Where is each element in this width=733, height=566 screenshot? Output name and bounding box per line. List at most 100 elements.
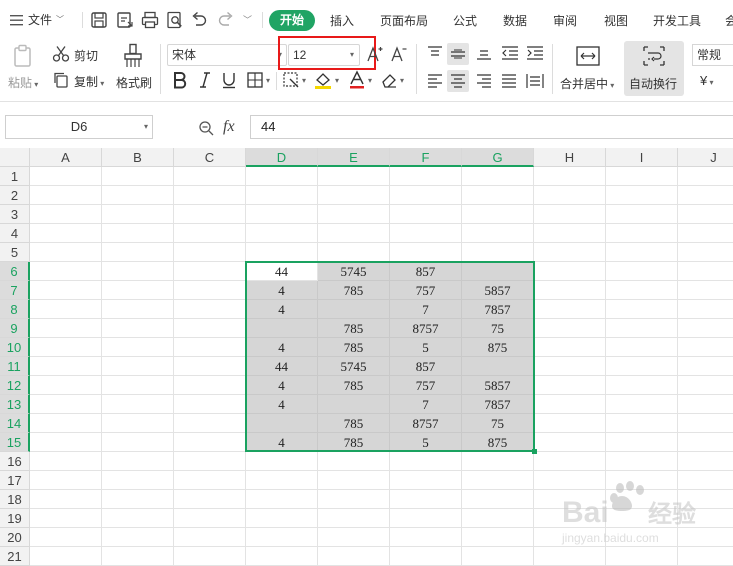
cell-f16[interactable] [390, 452, 462, 471]
cell-g4[interactable] [462, 224, 534, 243]
cell-e7[interactable]: 785 [318, 281, 390, 300]
cell-a16[interactable] [30, 452, 102, 471]
align-right-icon[interactable] [476, 73, 492, 89]
column-header-g[interactable]: G [462, 148, 534, 167]
cell-d1[interactable] [246, 167, 318, 186]
cell-d14[interactable] [246, 414, 318, 433]
column-header-b[interactable]: B [102, 148, 174, 167]
cell-b5[interactable] [102, 243, 174, 262]
cell-d2[interactable] [246, 186, 318, 205]
cell-i1[interactable] [606, 167, 678, 186]
row-header-5[interactable]: 5 [0, 243, 30, 262]
align-left-icon[interactable] [427, 73, 443, 89]
cell-a13[interactable] [30, 395, 102, 414]
cell-h3[interactable] [534, 205, 606, 224]
tab-insert[interactable]: 插入 [330, 12, 354, 29]
cell-e1[interactable] [318, 167, 390, 186]
cell-i12[interactable] [606, 376, 678, 395]
cell-a18[interactable] [30, 490, 102, 509]
cell-j5[interactable] [678, 243, 733, 262]
cell-i13[interactable] [606, 395, 678, 414]
column-header-i[interactable]: I [606, 148, 678, 167]
merge-center-button[interactable]: 合并居中 ▾ [560, 75, 614, 92]
cell-c11[interactable] [174, 357, 246, 376]
cell-j7[interactable] [678, 281, 733, 300]
cell-i2[interactable] [606, 186, 678, 205]
cell-c19[interactable] [174, 509, 246, 528]
cell-j11[interactable] [678, 357, 733, 376]
cell-j3[interactable] [678, 205, 733, 224]
cell-b10[interactable] [102, 338, 174, 357]
copy-button[interactable]: 复制 ▾ [74, 73, 104, 90]
cell-e6[interactable]: 5745 [318, 262, 390, 281]
chevron-down-icon[interactable]: ▾ [368, 76, 372, 85]
cell-d10[interactable]: 4 [246, 338, 318, 357]
cell-b13[interactable] [102, 395, 174, 414]
cell-c8[interactable] [174, 300, 246, 319]
cell-c4[interactable] [174, 224, 246, 243]
cell-i4[interactable] [606, 224, 678, 243]
cell-b1[interactable] [102, 167, 174, 186]
row-header-10[interactable]: 10 [0, 338, 30, 357]
cell-b6[interactable] [102, 262, 174, 281]
cell-f14[interactable]: 8757 [390, 414, 462, 433]
cell-i16[interactable] [606, 452, 678, 471]
decrease-indent-icon[interactable] [501, 45, 519, 61]
column-header-e[interactable]: E [318, 148, 390, 167]
bold-icon[interactable] [172, 71, 188, 89]
cell-h12[interactable] [534, 376, 606, 395]
increase-font-icon[interactable] [366, 45, 384, 63]
row-header-21[interactable]: 21 [0, 547, 30, 566]
cell-h2[interactable] [534, 186, 606, 205]
name-box[interactable]: D6 ▾ [5, 115, 153, 139]
cell-j10[interactable] [678, 338, 733, 357]
cell-h10[interactable] [534, 338, 606, 357]
cell-b16[interactable] [102, 452, 174, 471]
cell-h15[interactable] [534, 433, 606, 452]
cell-b14[interactable] [102, 414, 174, 433]
cell-b19[interactable] [102, 509, 174, 528]
cell-b15[interactable] [102, 433, 174, 452]
cell-c2[interactable] [174, 186, 246, 205]
cell-g3[interactable] [462, 205, 534, 224]
align-center-button[interactable] [447, 70, 469, 92]
column-header-j[interactable]: J [678, 148, 733, 167]
row-header-4[interactable]: 4 [0, 224, 30, 243]
cell-c18[interactable] [174, 490, 246, 509]
cell-b2[interactable] [102, 186, 174, 205]
cell-j9[interactable] [678, 319, 733, 338]
increase-indent-icon[interactable] [526, 45, 544, 61]
redo-icon[interactable] [216, 10, 236, 30]
cell-a14[interactable] [30, 414, 102, 433]
cell-f4[interactable] [390, 224, 462, 243]
cell-g20[interactable] [462, 528, 534, 547]
cell-e12[interactable]: 785 [318, 376, 390, 395]
column-header-f[interactable]: F [390, 148, 462, 167]
align-bottom-icon[interactable] [476, 45, 492, 61]
cell-b12[interactable] [102, 376, 174, 395]
cell-e10[interactable]: 785 [318, 338, 390, 357]
font-color-icon[interactable] [348, 70, 366, 90]
distributed-align-icon[interactable] [526, 73, 544, 89]
quick-access-dropdown-icon[interactable]: ﹀ [243, 13, 252, 26]
cell-f15[interactable]: 5 [390, 433, 462, 452]
wrap-text-button[interactable]: 自动换行 [624, 41, 684, 96]
cell-c3[interactable] [174, 205, 246, 224]
fill-handle[interactable] [532, 449, 537, 454]
cell-j15[interactable] [678, 433, 733, 452]
column-header-d[interactable]: D [246, 148, 318, 167]
cell-f21[interactable] [390, 547, 462, 566]
cell-c14[interactable] [174, 414, 246, 433]
cell-b9[interactable] [102, 319, 174, 338]
cell-b11[interactable] [102, 357, 174, 376]
cell-i10[interactable] [606, 338, 678, 357]
cell-c17[interactable] [174, 471, 246, 490]
cell-h7[interactable] [534, 281, 606, 300]
cell-a20[interactable] [30, 528, 102, 547]
cell-h6[interactable] [534, 262, 606, 281]
cell-c9[interactable] [174, 319, 246, 338]
cell-j8[interactable] [678, 300, 733, 319]
cell-f2[interactable] [390, 186, 462, 205]
cell-f7[interactable]: 757 [390, 281, 462, 300]
cell-f6[interactable]: 857 [390, 262, 462, 281]
